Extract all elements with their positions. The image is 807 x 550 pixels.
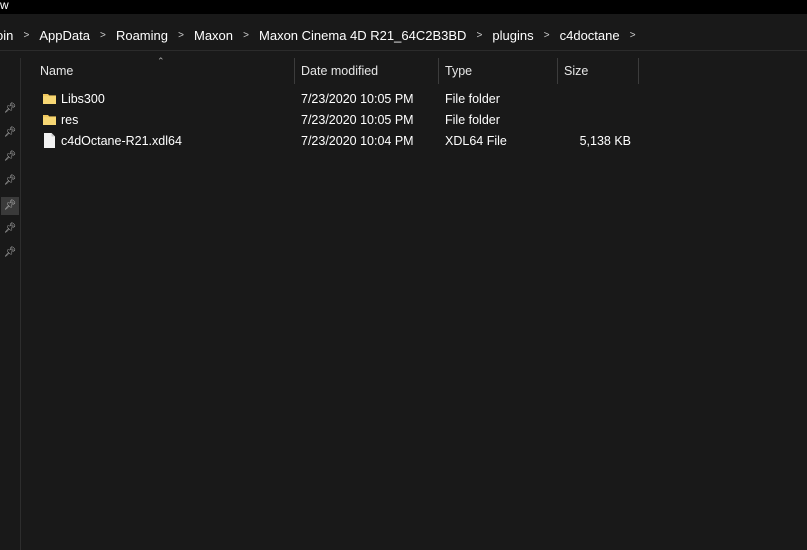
breadcrumb-item[interactable]: Maxon Cinema 4D R21_64C2B3BD <box>257 28 468 43</box>
column-header-size[interactable]: Size <box>558 58 639 84</box>
file-name[interactable]: c4dOctane-R21.xdl64 <box>61 131 182 152</box>
chevron-right-icon[interactable]: > <box>536 30 558 41</box>
chevron-right-icon[interactable]: > <box>92 30 114 41</box>
breadcrumb-item[interactable]: Roaming <box>114 28 170 43</box>
folder-icon <box>43 114 56 125</box>
file-row-c4doctane[interactable]: c4dOctane-R21.xdl64 7/23/2020 10:04 PM X… <box>21 131 641 152</box>
file-name[interactable]: Libs300 <box>61 89 105 110</box>
pin-icon[interactable]: 📌︎ <box>3 150 17 164</box>
pin-icon[interactable]: 📌︎ <box>3 126 17 140</box>
breadcrumb-item[interactable]: Maxon <box>192 28 235 43</box>
file-name[interactable]: res <box>61 110 78 131</box>
breadcrumb-item[interactable]: oin <box>0 28 15 43</box>
file-row-res[interactable]: res 7/23/2020 10:05 PM File folder <box>21 110 641 131</box>
chevron-right-icon[interactable]: > <box>468 30 490 41</box>
breadcrumb-item[interactable]: plugins <box>490 28 535 43</box>
file-date: 7/23/2020 10:05 PM <box>301 113 414 127</box>
folder-icon <box>43 93 56 104</box>
breadcrumb-item[interactable]: AppData <box>37 28 92 43</box>
breadcrumb: oin > AppData > Roaming > Maxon > Maxon … <box>0 28 644 43</box>
chevron-right-icon[interactable]: > <box>170 30 192 41</box>
chevron-right-icon[interactable]: > <box>15 30 37 41</box>
chevron-right-icon[interactable]: > <box>235 30 257 41</box>
file-date: 7/23/2020 10:05 PM <box>301 92 414 106</box>
navigation-pane[interactable]: 📌︎ 📌︎ 📌︎ 📌︎ 📌︎ 📌︎ 📌︎ <box>0 58 21 550</box>
chevron-right-icon[interactable]: > <box>622 30 644 41</box>
pin-icon[interactable]: 📌︎ <box>3 174 17 188</box>
file-list: ⌃ Name Date modified Type Size Libs300 7… <box>21 56 807 550</box>
breadcrumb-item-current[interactable]: c4doctane <box>558 28 622 43</box>
pin-icon[interactable]: 📌︎ <box>3 222 17 236</box>
column-header-date-modified[interactable]: Date modified <box>295 58 439 84</box>
file-size: 5,138 KB <box>579 134 631 148</box>
pin-icon[interactable]: 📌︎ <box>3 246 17 260</box>
pin-icon[interactable]: 📌︎ <box>3 102 17 116</box>
ribbon-menu-strip: w <box>0 0 807 14</box>
pin-icon[interactable]: 📌︎ <box>1 197 19 215</box>
column-header-name[interactable]: Name <box>34 58 295 84</box>
file-type: File folder <box>445 92 500 106</box>
menu-label[interactable]: w <box>0 0 9 12</box>
column-header-type[interactable]: Type <box>439 58 558 84</box>
file-date: 7/23/2020 10:04 PM <box>301 134 414 148</box>
file-type: File folder <box>445 113 500 127</box>
file-type: XDL64 File <box>445 134 507 148</box>
file-row-libs300[interactable]: Libs300 7/23/2020 10:05 PM File folder <box>21 89 641 110</box>
address-bar[interactable]: oin > AppData > Roaming > Maxon > Maxon … <box>0 22 807 51</box>
file-icon <box>44 133 55 148</box>
